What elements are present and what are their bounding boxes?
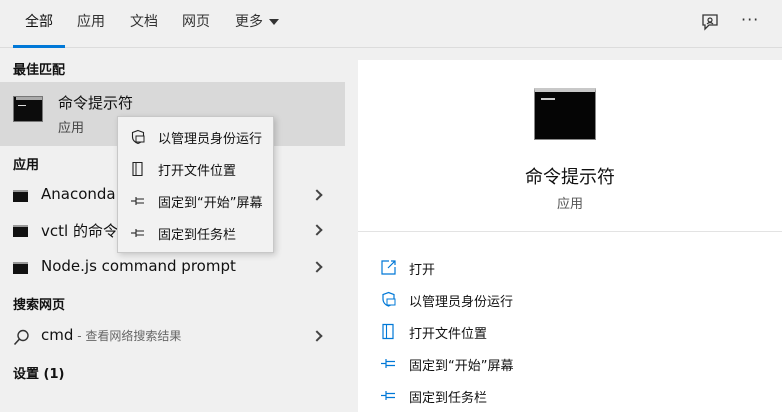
tab-all[interactable]: 全部	[13, 0, 65, 48]
chevron-right-icon[interactable]	[311, 261, 323, 273]
action-open[interactable]: 打开	[358, 252, 782, 284]
menu-item-pin-start[interactable]: 固定到“开始”屏幕	[118, 185, 273, 217]
feedback-icon[interactable]	[699, 12, 723, 36]
pin-icon	[381, 359, 395, 368]
chevron-right-icon[interactable]	[311, 330, 323, 342]
preview-subtitle: 应用	[556, 197, 583, 212]
terminal-icon	[13, 225, 28, 237]
action-pin-start[interactable]: 固定到“开始”屏幕	[358, 348, 782, 380]
shield-icon	[131, 129, 145, 145]
best-match-subtitle: 应用	[58, 121, 85, 136]
file-location-icon	[382, 323, 394, 340]
tab-documents[interactable]: 文档	[129, 0, 159, 48]
divider	[358, 231, 782, 232]
section-settings[interactable]: 设置 (1)	[13, 363, 64, 382]
open-icon	[381, 260, 396, 275]
tab-apps[interactable]: 应用	[76, 0, 106, 48]
action-run-as-admin[interactable]: 以管理员身份运行	[358, 284, 782, 316]
search-filter-bar: 全部 应用 文档 网页 更多 ···	[0, 0, 782, 48]
shield-icon	[382, 291, 396, 307]
best-match-title: 命令提示符	[58, 94, 134, 112]
tab-web[interactable]: 网页	[181, 0, 211, 48]
context-menu: 以管理员身份运行 打开文件位置 固定到“开始”屏幕 固定到任务栏	[117, 116, 274, 253]
file-location-icon	[132, 161, 143, 177]
section-apps: 应用	[13, 158, 40, 173]
menu-item-run-as-admin[interactable]: 以管理员身份运行	[118, 121, 273, 153]
menu-item-open-location[interactable]: 打开文件位置	[118, 153, 273, 185]
chevron-right-icon[interactable]	[311, 189, 323, 201]
search-icon	[13, 329, 29, 346]
more-options-icon[interactable]: ···	[741, 10, 765, 34]
preview-title: 命令提示符	[525, 167, 615, 188]
chevron-right-icon[interactable]	[311, 224, 323, 236]
menu-item-pin-taskbar[interactable]: 固定到任务栏	[118, 217, 273, 249]
action-pin-taskbar[interactable]: 固定到任务栏	[358, 380, 782, 412]
command-prompt-icon	[534, 88, 596, 140]
list-item-nodejs[interactable]: Node.js command prompt	[0, 251, 345, 285]
pin-icon	[131, 229, 144, 237]
web-hint: - 查看网络搜索结果	[73, 329, 182, 343]
web-query: cmd	[41, 326, 74, 344]
section-web-search: 搜索网页	[13, 298, 66, 313]
command-prompt-icon	[13, 96, 43, 122]
action-open-location[interactable]: 打开文件位置	[358, 316, 782, 348]
pin-icon	[381, 391, 395, 400]
terminal-icon	[13, 262, 28, 274]
pin-icon	[131, 197, 144, 205]
section-best-match: 最佳匹配	[13, 63, 66, 78]
tab-more[interactable]: 更多	[233, 0, 281, 48]
terminal-icon	[13, 190, 28, 202]
chevron-down-icon	[269, 19, 279, 25]
preview-pane: 命令提示符 应用 打开 以管理员身份运行 打开文件位置 固定到“开始”屏幕 固定…	[358, 60, 782, 412]
web-search-result[interactable]: cmd - 查看网络搜索结果	[0, 320, 345, 354]
